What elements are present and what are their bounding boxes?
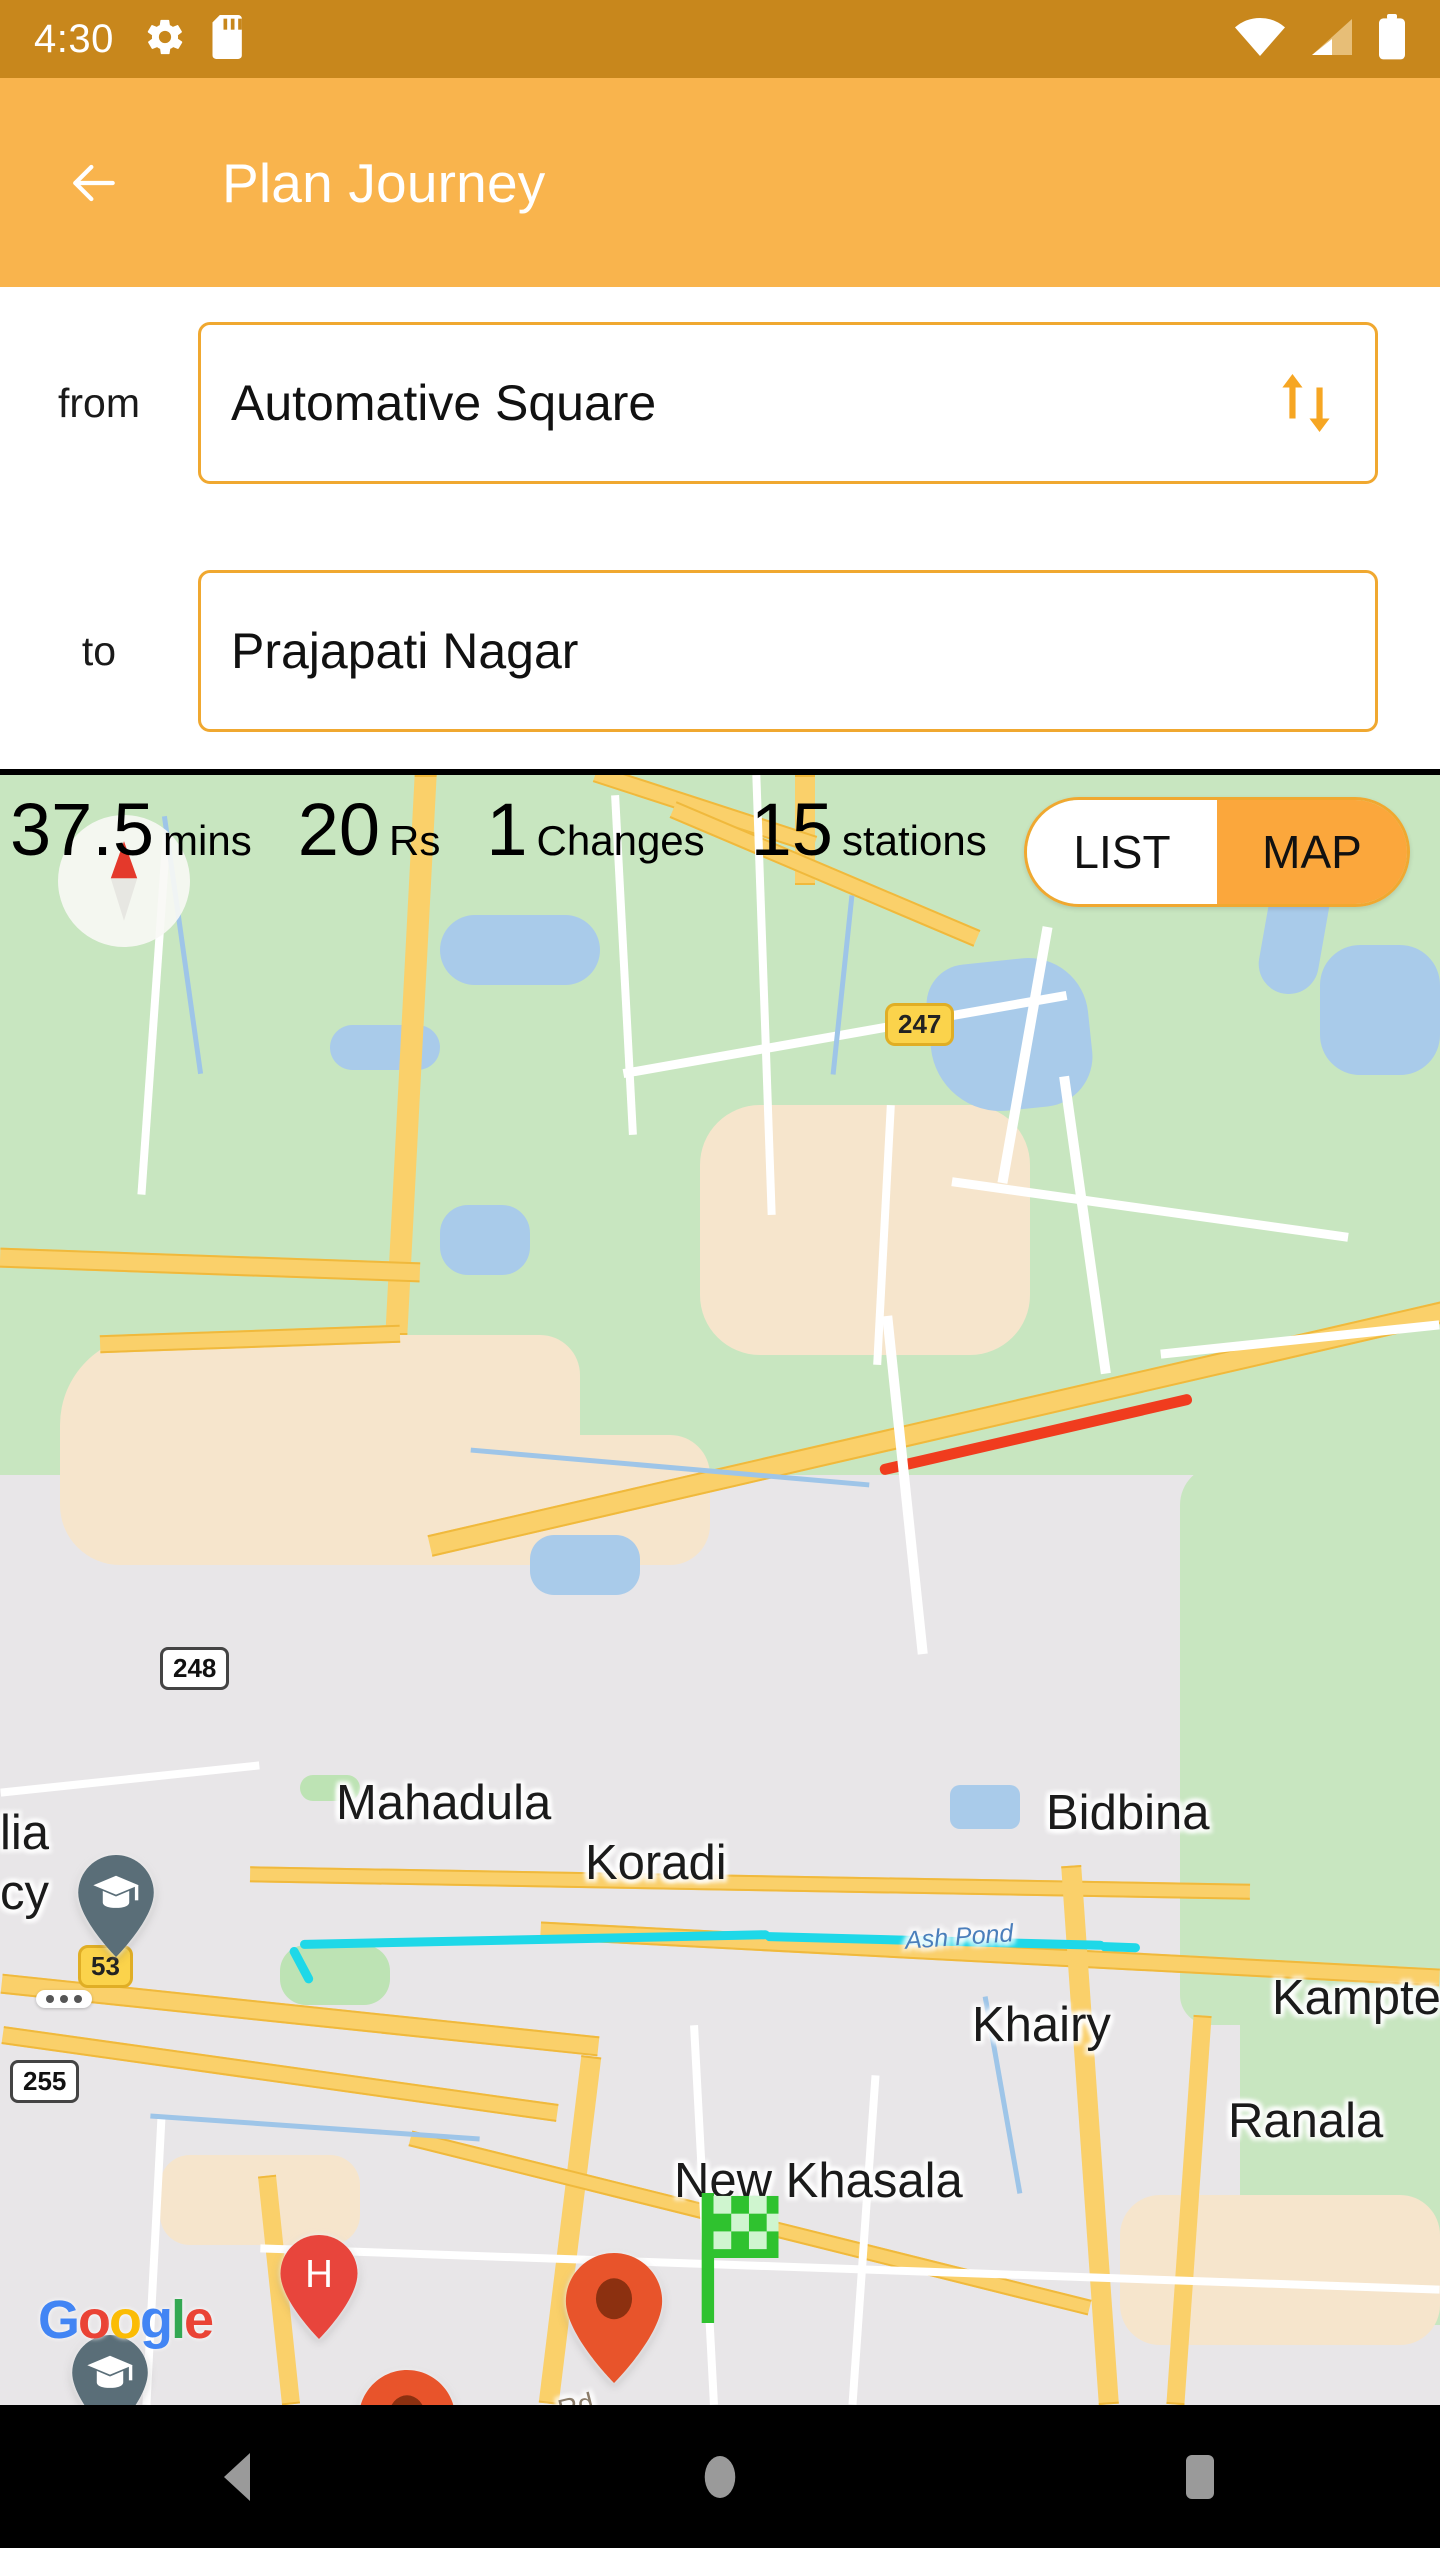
map-label-lia: lia (0, 1806, 50, 1860)
map-more-dots-1[interactable] (36, 1990, 92, 2008)
from-label: from (58, 379, 140, 426)
nav-back-button[interactable] (180, 2417, 300, 2537)
svg-text:H: H (305, 2253, 333, 2296)
to-field-row: to Prajapati Nagar (0, 553, 1440, 749)
page-title: Plan Journey (222, 151, 546, 214)
android-nav-bar (0, 2405, 1440, 2548)
highway-shield-248: 248 (160, 1647, 230, 1690)
stat-stations-unit: stations (841, 817, 987, 864)
view-toggle[interactable]: LIST MAP (1024, 797, 1410, 907)
map-label-koradi: Koradi (585, 1836, 727, 1890)
cellular-signal-icon (1308, 17, 1356, 62)
map-label-bidbina: Bidbina (1046, 1786, 1210, 1840)
map-label-kamptee: Kamptee (1272, 1971, 1440, 2025)
to-label: to (81, 627, 117, 674)
highway-shield-255: 255 (10, 2060, 80, 2103)
swap-vertical-icon[interactable] (1277, 366, 1335, 440)
map-water-lake-2 (330, 1025, 440, 1070)
wifi-icon (1234, 17, 1286, 62)
map-label-mahadula: Mahadula (336, 1776, 552, 1830)
map-label-cy: cy (0, 1866, 49, 1920)
status-bar: 4:30 (0, 0, 1440, 78)
stat-fare: 20 Rs (298, 793, 441, 867)
highway-shield-247: 247 (885, 1003, 955, 1046)
from-input[interactable]: Automative Square (198, 322, 1378, 484)
back-arrow-icon[interactable] (62, 151, 126, 215)
map-label-khairy: Khairy (972, 1998, 1111, 2052)
map-label-ranala: Ranala (1228, 2094, 1384, 2148)
map-water-river-2 (1320, 945, 1440, 1075)
journey-summary-stats: 37.5 mins 20 Rs 1 Changes 15 stations (10, 793, 987, 867)
stat-fare-unit: Rs (389, 817, 441, 864)
map-terrain-sand-c (700, 1105, 1030, 1355)
map-canvas[interactable]: 247 248 53 255 Mahadula Koradi Bidbina K… (0, 775, 1440, 2405)
stat-duration-value: 37.5 (10, 788, 155, 871)
station-pin-other-2[interactable] (358, 2370, 456, 2405)
map-water-pond-sm (950, 1785, 1020, 1829)
from-input-value: Automative Square (231, 375, 657, 431)
journey-map[interactable]: 247 248 53 255 Mahadula Koradi Bidbina K… (0, 775, 1440, 2405)
gear-icon (144, 16, 186, 63)
sd-card-icon (212, 14, 246, 64)
route-polyline-segment-3 (1099, 1942, 1141, 1953)
stat-changes-unit: Changes (536, 817, 705, 864)
tab-map[interactable]: MAP (1217, 800, 1407, 904)
stat-fare-value: 20 (297, 788, 381, 871)
start-flag-icon[interactable] (700, 2193, 792, 2323)
stat-changes-value: 1 (486, 788, 528, 871)
to-input-value: Prajapati Nagar (231, 623, 579, 679)
station-pin-other-1[interactable] (565, 2253, 663, 2383)
nav-recents-button[interactable] (1140, 2417, 1260, 2537)
battery-icon (1378, 13, 1406, 65)
tab-list[interactable]: LIST (1027, 800, 1217, 904)
from-field-row: from Automative Square (0, 305, 1440, 501)
map-water-lake-1 (440, 915, 600, 985)
stat-duration: 37.5 mins (10, 793, 252, 867)
status-bar-clock: 4:30 (34, 16, 114, 61)
stat-stations: 15 stations (751, 793, 987, 867)
map-water-lake-3 (440, 1205, 530, 1275)
journey-form: from Automative Square to Prajapati Naga… (0, 287, 1440, 769)
app-bar: Plan Journey (0, 78, 1440, 287)
poi-school-pin-1[interactable] (78, 1855, 154, 1957)
google-attribution-logo: Google (38, 2290, 214, 2350)
field-spacer (0, 501, 1440, 553)
to-input[interactable]: Prajapati Nagar (198, 570, 1378, 732)
stat-changes: 1 Changes (486, 793, 704, 867)
stat-duration-unit: mins (163, 817, 252, 864)
hospital-pin-1[interactable]: H (280, 2235, 358, 2339)
map-terrain-sand-se (1120, 2195, 1440, 2345)
map-water-lake-4 (530, 1535, 640, 1595)
nav-home-button[interactable] (660, 2417, 780, 2537)
stat-stations-value: 15 (750, 788, 833, 871)
